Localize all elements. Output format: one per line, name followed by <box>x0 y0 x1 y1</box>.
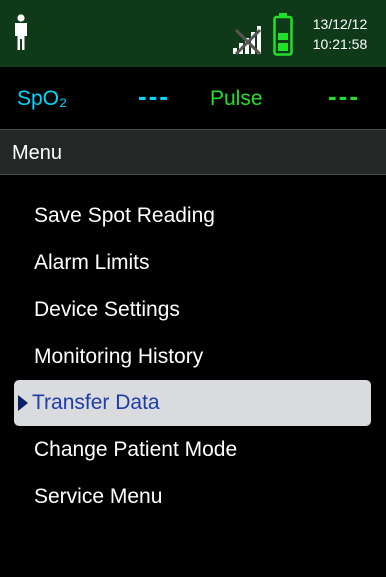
pulse-label: Pulse <box>210 87 263 110</box>
spo2-label: SpO₂ <box>17 87 68 110</box>
battery-full-icon <box>273 13 293 56</box>
menu-item-device-settings[interactable]: Device Settings <box>14 286 371 333</box>
menu-title: Menu <box>12 142 63 164</box>
spo2-value: --- <box>138 81 170 111</box>
time-display: 10:21:58 <box>312 36 368 52</box>
menu-item-monitoring-history[interactable]: Monitoring History <box>14 333 371 380</box>
menu-item-service-menu[interactable]: Service Menu <box>14 473 371 520</box>
menu-item-save-spot-reading[interactable]: Save Spot Reading <box>14 192 371 239</box>
menu-item-label: Transfer Data <box>32 391 160 414</box>
vitals-row: SpO₂ --- Pulse --- <box>0 67 386 129</box>
menu-item-label: Change Patient Mode <box>34 438 238 461</box>
menu-item-label: Service Menu <box>34 485 163 508</box>
pulse-value: --- <box>328 81 360 111</box>
selection-arrow-icon <box>18 395 28 411</box>
menu-item-label: Device Settings <box>34 298 180 321</box>
menu-list: Save Spot Reading Alarm Limits Device Se… <box>0 192 386 520</box>
menu-item-transfer-data[interactable]: Transfer Data <box>14 380 371 426</box>
adult-patient-icon <box>15 14 27 50</box>
menu-item-label: Save Spot Reading <box>34 204 215 227</box>
menu-item-alarm-limits[interactable]: Alarm Limits <box>14 239 371 286</box>
no-signal-icon <box>233 26 262 56</box>
status-bar: 13/12/12 10:21:58 <box>0 0 386 67</box>
menu-item-change-patient-mode[interactable]: Change Patient Mode <box>14 426 371 473</box>
menu-item-label: Monitoring History <box>34 345 204 368</box>
menu-header: Menu <box>0 129 386 175</box>
monitor-screen: 13/12/12 10:21:58 SpO₂ --- Pulse --- Men… <box>0 0 386 577</box>
date-display: 13/12/12 <box>312 16 368 32</box>
menu-item-label: Alarm Limits <box>34 251 150 274</box>
